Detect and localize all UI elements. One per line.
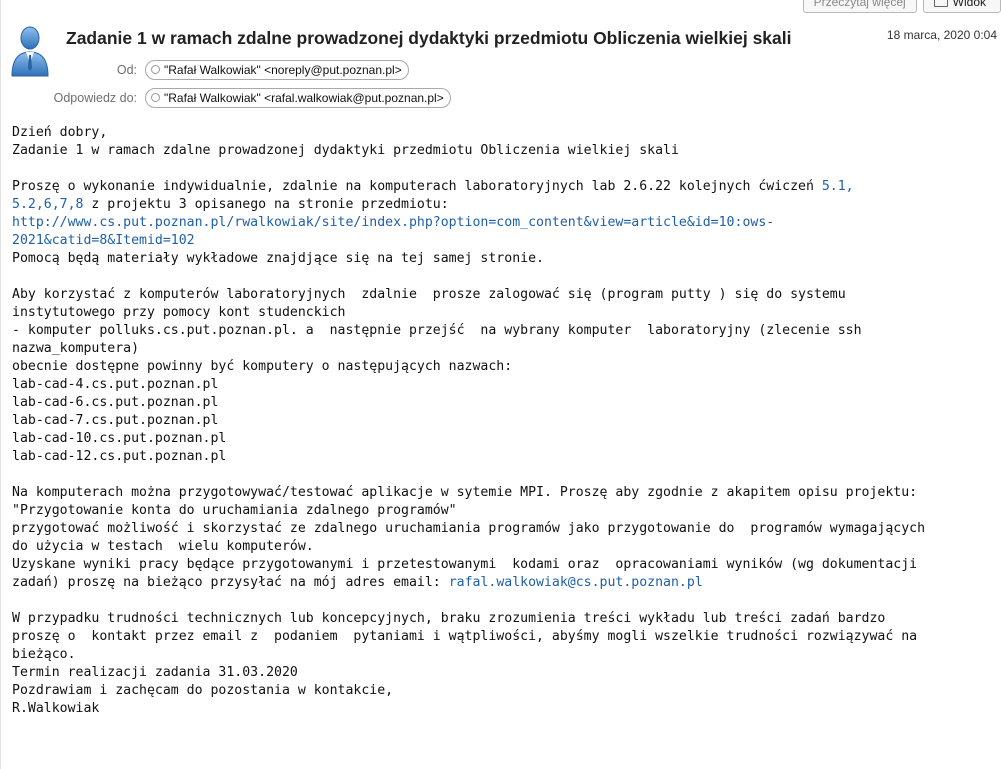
course-url-link[interactable]: http://www.cs.put.poznan.pl/rwalkowiak/s… (12, 215, 774, 230)
body-line: zadań) proszę na bieżąco przysyłać na mó… (12, 575, 449, 590)
body-line: nazwa_komputera) (12, 341, 140, 356)
exercise-link[interactable]: 5.1, (822, 179, 854, 194)
body-line: z projektu 3 opisanego na stronie przedm… (83, 197, 449, 212)
view-button[interactable]: Widok (922, 0, 1001, 13)
body-line: Pozdrawiam i zachęcam do pozostania w ko… (12, 683, 394, 698)
body-line: bieżąco. (12, 647, 76, 662)
reply-to-label: Odpowiedz do: (53, 91, 137, 105)
top-toolbar: Przeczytaj więcej Widok (802, 0, 1001, 13)
host-name: lab-cad-12.cs.put.poznan.pl (12, 449, 227, 464)
from-label: Od: (116, 63, 137, 77)
host-name: lab-cad-4.cs.put.poznan.pl (12, 377, 219, 392)
body-line: do użycia w testach wielu komputerów. (12, 539, 314, 554)
body-line: "Przygotowanie konta do uruchamiania zda… (12, 503, 457, 518)
message-date: 18 marca, 2020 0:04 (886, 28, 997, 42)
read-more-button[interactable]: Przeczytaj więcej (802, 0, 917, 13)
body-line: instytutowego przy pomocy kont studencki… (12, 305, 346, 320)
body-line: Termin realizacji zadania 31.03.2020 (12, 665, 298, 680)
message-body: Dzień dobry, Zadanie 1 w ramach zdalne p… (12, 124, 997, 718)
host-name: lab-cad-6.cs.put.poznan.pl (12, 395, 219, 410)
body-line: Proszę o wykonanie indywidualnie, zdalni… (12, 179, 822, 194)
email-link[interactable]: rafal.walkowiak@cs.put.poznan.pl (449, 575, 703, 590)
host-name: lab-cad-7.cs.put.poznan.pl (12, 413, 219, 428)
body-line: Pomocą będą materiały wykładowe znajdjąc… (12, 251, 544, 266)
body-line: przygotować możliwość i skorzystać ze zd… (12, 521, 926, 536)
body-line: obecnie dostępne powinny być komputery o… (12, 359, 513, 374)
body-line: Na komputerach można przygotowywać/testo… (12, 485, 918, 500)
host-name: lab-cad-10.cs.put.poznan.pl (12, 431, 227, 446)
body-line: Zadanie 1 w ramach zdalne prowadzonej dy… (12, 143, 679, 158)
reply-to-address[interactable]: "Rafał Walkowiak" <rafal.walkowiak@put.p… (145, 88, 451, 108)
signature: R.Walkowiak (12, 701, 100, 716)
course-url-link[interactable]: 2021&catid=8&Itemid=102 (12, 233, 195, 248)
body-line: Uzyskane wyniki pracy będące przygotowan… (12, 557, 918, 572)
from-row: Od: "Rafał Walkowiak" <noreply@put.pozna… (43, 60, 409, 80)
body-line: - komputer polluks.cs.put.poznan.pl. a n… (12, 323, 862, 338)
body-line: Dzień dobry, (12, 125, 108, 140)
reply-to-row: Odpowiedz do: "Rafał Walkowiak" <rafal.w… (43, 88, 451, 108)
view-icon (933, 0, 948, 7)
exercise-link[interactable]: 5.2,6,7,8 (12, 197, 83, 212)
body-line: Aby korzystać z komputerów laboratoryjny… (12, 287, 846, 302)
message-subject: Zadanie 1 w ramach zdalne prowadzonej dy… (66, 28, 792, 48)
left-border (0, 0, 1, 769)
body-line: W przypadku trudności technicznych lub k… (12, 611, 886, 626)
body-line: proszę o kontakt przez email z podaniem … (12, 629, 918, 644)
view-label: Widok (952, 0, 986, 9)
from-address[interactable]: "Rafał Walkowiak" <noreply@put.poznan.pl… (145, 60, 409, 80)
